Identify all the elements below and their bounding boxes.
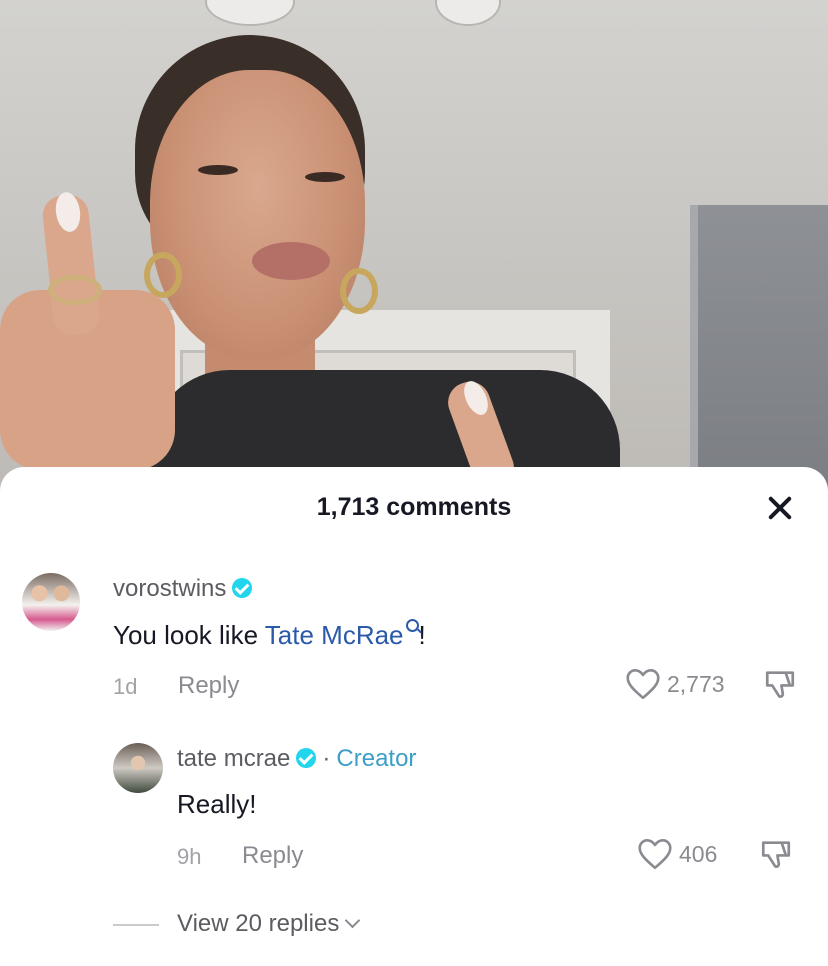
chevron-down-icon bbox=[345, 912, 361, 929]
thumbs-down-icon bbox=[765, 671, 795, 698]
earring bbox=[144, 252, 182, 298]
comment-timestamp: 9h bbox=[177, 844, 202, 869]
person-face bbox=[150, 70, 365, 360]
earring bbox=[340, 268, 378, 314]
creator-badge: Creator bbox=[336, 745, 417, 772]
person-lips bbox=[252, 242, 330, 280]
separator-dot: · bbox=[322, 745, 331, 772]
ring bbox=[48, 275, 102, 305]
comment-text-prefix: You look like bbox=[113, 620, 265, 650]
video-player[interactable] bbox=[0, 0, 828, 500]
comment-username[interactable]: tate mcrae · Creator bbox=[177, 745, 416, 773]
comment-text-suffix: ! bbox=[418, 620, 426, 650]
comment-text: You look like Tate McRae! bbox=[113, 619, 426, 651]
heart-outline-icon bbox=[638, 839, 672, 870]
mention-link[interactable]: Tate McRae bbox=[264, 619, 419, 650]
mention-text: Tate McRae bbox=[264, 620, 404, 650]
verified-badge-icon bbox=[232, 578, 253, 598]
verified-badge-icon bbox=[296, 748, 317, 768]
avatar[interactable] bbox=[22, 573, 80, 631]
dislike-button[interactable] bbox=[762, 667, 798, 706]
comment-username[interactable]: vorostwins bbox=[113, 575, 253, 603]
like-button[interactable]: 406 bbox=[637, 838, 717, 870]
ceiling-light bbox=[435, 0, 501, 26]
view-replies-button[interactable]: View 20 replies bbox=[177, 910, 361, 938]
like-count: 406 bbox=[679, 840, 718, 867]
avatar[interactable] bbox=[113, 743, 163, 793]
view-replies-label: View 20 replies bbox=[177, 910, 340, 937]
close-icon[interactable] bbox=[758, 489, 802, 529]
ceiling-light bbox=[205, 0, 295, 26]
replies-divider bbox=[113, 924, 159, 926]
like-count: 2,773 bbox=[667, 670, 725, 697]
comments-count-title: 1,713 comments bbox=[316, 493, 512, 521]
person-eye bbox=[198, 165, 238, 175]
search-icon bbox=[405, 619, 419, 632]
comment-text: Really! bbox=[177, 789, 257, 819]
dislike-button[interactable] bbox=[758, 837, 794, 876]
username-text: tate mcrae bbox=[177, 745, 291, 772]
comment-timestamp: 1d bbox=[113, 674, 138, 699]
person-eye bbox=[305, 172, 345, 182]
username-text: vorostwins bbox=[113, 575, 227, 602]
reply-button[interactable]: Reply bbox=[242, 842, 303, 870]
comments-sheet: 1,713 comments vorostwins You look like … bbox=[0, 467, 828, 966]
heart-outline-icon bbox=[626, 669, 660, 700]
thumbs-down-icon bbox=[761, 841, 791, 868]
reply-button[interactable]: Reply bbox=[178, 672, 239, 700]
background-wall-panel bbox=[698, 205, 828, 500]
like-button[interactable]: 2,773 bbox=[625, 668, 725, 700]
